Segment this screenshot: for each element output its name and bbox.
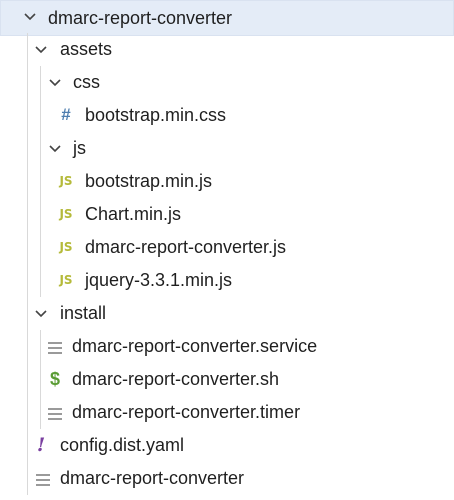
indent-guide [40, 330, 41, 363]
indent-guide [40, 264, 41, 297]
chevron-down-icon[interactable] [24, 13, 36, 23]
tree-folder-install[interactable]: install [0, 297, 454, 330]
tree-file-label: jquery-3.3.1.min.js [85, 270, 233, 290]
tree-file-label: Chart.min.js [85, 204, 182, 224]
tree-folder-label: assets [60, 39, 113, 59]
indent-guide [27, 462, 28, 495]
file-explorer-tree: dmarc-report-converter assets css # boot… [0, 0, 454, 500]
tree-folder-css[interactable]: css [0, 66, 454, 99]
indent-guide [27, 330, 28, 363]
indent-guide [40, 132, 41, 165]
chevron-down-icon[interactable] [35, 46, 47, 56]
text-file-icon [48, 339, 62, 357]
tree-file-label: dmarc-report-converter.service [72, 336, 318, 356]
javascript-file-icon: JS [59, 273, 73, 287]
indent-guide [27, 165, 28, 198]
tree-folder-label: dmarc-report-converter [48, 8, 233, 28]
indent-guide [27, 132, 28, 165]
tree-file-bootstrap-js[interactable]: JS bootstrap.min.js [0, 165, 454, 198]
indent-guide [27, 231, 28, 264]
tree-folder-assets[interactable]: assets [0, 33, 454, 66]
tree-folder-label: css [73, 72, 100, 92]
javascript-file-icon: JS [59, 174, 73, 188]
tree-folder-label: js [73, 138, 86, 158]
tree-folder-label: install [60, 303, 107, 323]
chevron-down-icon[interactable] [35, 310, 47, 320]
indent-guide [27, 363, 28, 396]
tree-file-label: config.dist.yaml [60, 435, 185, 455]
indent-guide [40, 363, 41, 396]
indent-guide [40, 99, 41, 132]
tree-file-service[interactable]: dmarc-report-converter.service [0, 330, 454, 363]
tree-file-label: bootstrap.min.js [85, 171, 213, 191]
tree-file-config-yaml[interactable]: ! config.dist.yaml [0, 429, 454, 462]
indent-guide [27, 33, 28, 66]
indent-guide [40, 231, 41, 264]
indent-guide [27, 66, 28, 99]
chevron-down-icon[interactable] [49, 79, 61, 89]
tree-file-bootstrap-css[interactable]: # bootstrap.min.css [0, 99, 454, 132]
tree-file-label: dmarc-report-converter [60, 468, 245, 488]
tree-file-sh[interactable]: $ dmarc-report-converter.sh [0, 363, 454, 396]
indent-guide [40, 66, 41, 99]
tree-folder-root[interactable]: dmarc-report-converter [0, 0, 454, 36]
yaml-file-icon: ! [36, 434, 46, 456]
javascript-file-icon: JS [59, 240, 73, 254]
tree-file-binary[interactable]: dmarc-report-converter [0, 462, 454, 495]
tree-file-label: bootstrap.min.css [85, 105, 227, 125]
indent-guide [27, 297, 28, 330]
javascript-file-icon: JS [59, 207, 73, 221]
tree-file-label: dmarc-report-converter.js [85, 237, 287, 257]
css-file-icon: # [61, 105, 71, 124]
indent-guide [27, 396, 28, 429]
indent-guide [27, 264, 28, 297]
chevron-down-icon[interactable] [49, 145, 61, 155]
tree-file-jquery-js[interactable]: JS jquery-3.3.1.min.js [0, 264, 454, 297]
indent-guide [40, 165, 41, 198]
tree-file-converter-js[interactable]: JS dmarc-report-converter.js [0, 231, 454, 264]
text-file-icon [36, 471, 50, 489]
shell-script-icon: $ [49, 369, 60, 389]
indent-guide [27, 429, 28, 462]
tree-file-label: dmarc-report-converter.timer [72, 402, 301, 422]
indent-guide [40, 198, 41, 231]
indent-guide [27, 198, 28, 231]
tree-file-chart-js[interactable]: JS Chart.min.js [0, 198, 454, 231]
indent-guide [40, 396, 41, 429]
indent-guide [27, 99, 28, 132]
text-file-icon [48, 405, 62, 423]
tree-file-timer[interactable]: dmarc-report-converter.timer [0, 396, 454, 429]
tree-file-label: dmarc-report-converter.sh [72, 369, 280, 389]
tree-folder-js[interactable]: js [0, 132, 454, 165]
